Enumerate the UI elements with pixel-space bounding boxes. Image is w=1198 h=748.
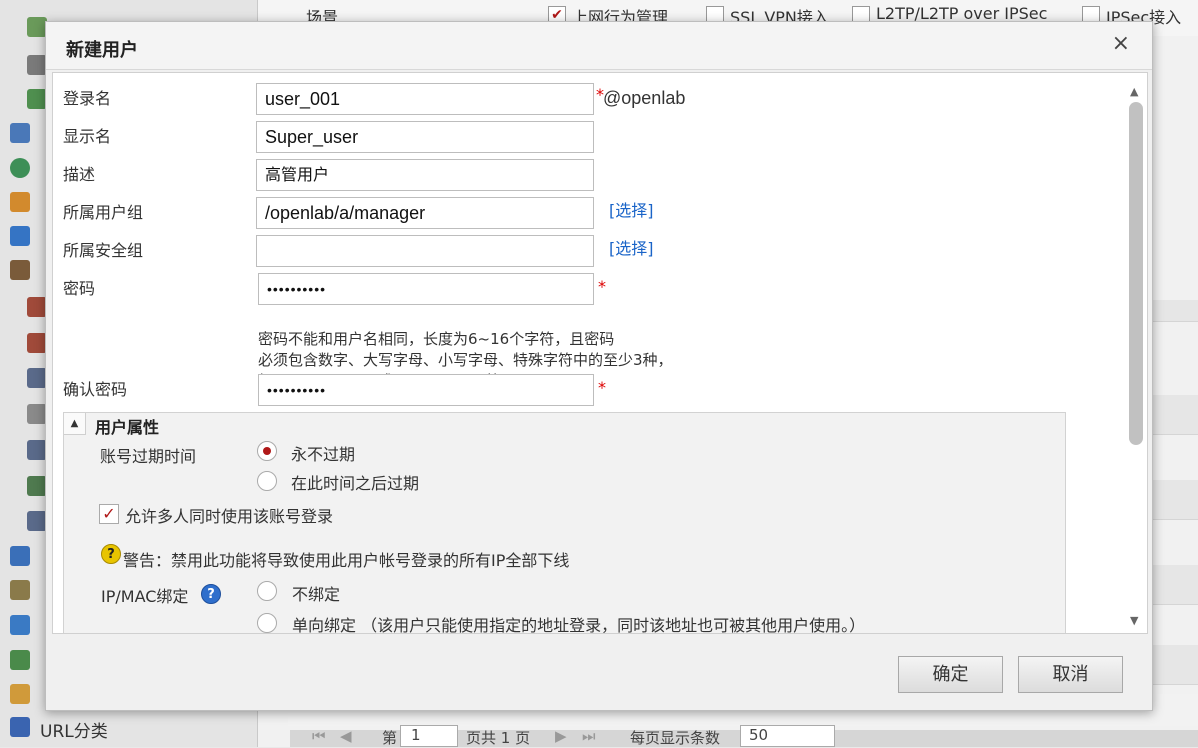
- password-label: 密码: [63, 279, 96, 298]
- account-expire-label: 账号过期时间: [100, 447, 197, 466]
- network-icon[interactable]: [10, 615, 30, 635]
- pager-per-page-label: 每页显示条数: [630, 729, 721, 747]
- pager-first-icon[interactable]: ⏮: [312, 727, 326, 745]
- required-mark: *: [598, 378, 606, 397]
- ok-button[interactable]: 确定: [898, 656, 1003, 693]
- dialog-header[interactable]: 新建用户 ×: [46, 22, 1152, 70]
- ipmac-none-radio[interactable]: [257, 581, 277, 601]
- password-input[interactable]: ••••••••••: [258, 273, 594, 305]
- url-icon[interactable]: [10, 717, 30, 737]
- description-label: 描述: [63, 165, 96, 184]
- collapse-up-icon[interactable]: ▲: [64, 413, 86, 435]
- warning-icon: ?: [101, 544, 121, 564]
- form-pane: 登录名 user_001 * @openlab 显示名 Super_user 描…: [52, 72, 1148, 634]
- stack-icon[interactable]: [10, 546, 30, 566]
- user-icon[interactable]: [27, 404, 47, 424]
- vertical-scrollbar[interactable]: ▲ ▼: [1125, 73, 1147, 633]
- ipmac-oneway-label[interactable]: 单向绑定 （该用户只能使用指定的地址登录，同时该地址也可被其他用户使用。）: [292, 612, 865, 633]
- user-icon[interactable]: [27, 297, 47, 317]
- expire-never-radio[interactable]: [257, 441, 277, 461]
- login-name-input[interactable]: user_001: [256, 83, 594, 115]
- expire-after-label[interactable]: 在此时间之后过期: [291, 470, 419, 494]
- user-group-label: 所属用户组: [63, 203, 144, 222]
- user-icon[interactable]: [27, 333, 47, 353]
- report-icon[interactable]: [27, 55, 47, 75]
- security-group-label: 所属安全组: [63, 241, 144, 260]
- tag-icon[interactable]: [10, 684, 30, 704]
- display-name-label: 显示名: [63, 127, 112, 146]
- display-name-input[interactable]: Super_user: [256, 121, 594, 153]
- user-attributes-title: 用户属性: [95, 418, 160, 437]
- pager-bar: ⏮ ◀ 第 1 页共 1 页 ▶ ⏭ 每页显示条数 50: [290, 725, 1198, 747]
- scroll-up-icon[interactable]: ▲: [1130, 85, 1138, 98]
- pager-page-input[interactable]: 1: [400, 725, 458, 747]
- user-icon[interactable]: [10, 260, 30, 280]
- objects-icon[interactable]: [10, 192, 30, 212]
- dialog-title: 新建用户: [66, 40, 138, 61]
- monitor-icon[interactable]: [10, 123, 30, 143]
- cancel-button[interactable]: 取消: [1018, 656, 1123, 693]
- security-group-select-link[interactable]: [选择]: [609, 235, 654, 259]
- user-icon[interactable]: [27, 440, 47, 460]
- pager-next-icon[interactable]: ▶: [555, 727, 567, 745]
- calendar-icon[interactable]: [10, 650, 30, 670]
- confirm-password-label: 确认密码: [63, 380, 128, 399]
- user-icon[interactable]: [27, 511, 47, 531]
- ip-mac-binding-label: IP/MAC绑定: [101, 587, 189, 606]
- pager-per-page-select[interactable]: 50: [740, 725, 835, 747]
- password-hint-line: 密码不能和用户名相同，长度为6~16个字符，且密码: [258, 330, 615, 348]
- user-attributes-section: ▲ 用户属性 账号过期时间 永不过期 在此时间之后过期 ✓ 允许多人同时使用该账…: [63, 412, 1066, 633]
- user-icon[interactable]: [27, 368, 47, 388]
- route-icon[interactable]: [10, 226, 30, 246]
- ipmac-none-label[interactable]: 不绑定: [292, 581, 340, 605]
- expire-after-radio[interactable]: [257, 471, 277, 491]
- help-icon[interactable]: ?: [201, 584, 221, 604]
- scrollbar-thumb[interactable]: [1129, 102, 1143, 445]
- user-group-input[interactable]: /openlab/a/manager: [256, 197, 594, 229]
- multi-login-checkbox[interactable]: ✓: [99, 504, 119, 524]
- new-user-dialog: 新建用户 × 登录名 user_001 * @openlab 显示名 Super…: [45, 21, 1153, 711]
- pager-last-icon[interactable]: ⏭: [582, 727, 596, 745]
- confirm-password-input[interactable]: ••••••••••: [258, 374, 594, 406]
- password-hint-line: 必须包含数字、大写字母、小写字母、特殊字符中的至少3种，: [258, 351, 673, 369]
- nav-url-category-label[interactable]: URL分类: [40, 717, 108, 742]
- expire-never-label[interactable]: 永不过期: [291, 441, 355, 465]
- pager-prev-icon[interactable]: ◀: [340, 727, 352, 745]
- scroll-down-icon[interactable]: ▼: [1130, 614, 1138, 627]
- globe-icon[interactable]: [10, 158, 30, 178]
- login-name-label: 登录名: [63, 89, 112, 108]
- login-name-domain-suffix: @openlab: [603, 88, 686, 108]
- required-mark: *: [598, 277, 606, 296]
- report-icon[interactable]: [27, 17, 47, 37]
- user-group-select-link[interactable]: [选择]: [609, 197, 654, 221]
- user-icon[interactable]: [27, 476, 47, 496]
- multi-login-label[interactable]: 允许多人同时使用该账号登录: [125, 503, 333, 527]
- close-icon[interactable]: ×: [1112, 33, 1130, 55]
- pager-prefix: 第: [382, 729, 398, 747]
- description-input[interactable]: 高管用户: [256, 159, 594, 191]
- pager-total: 页共 1 页: [466, 729, 531, 747]
- report-icon[interactable]: [27, 89, 47, 109]
- warning-text: 警告：禁用此功能将导致使用此用户帐号登录的所有IP全部下线: [123, 551, 570, 570]
- ipmac-oneway-radio[interactable]: [257, 613, 277, 633]
- lock-icon[interactable]: [10, 580, 30, 600]
- security-group-input[interactable]: [256, 235, 594, 267]
